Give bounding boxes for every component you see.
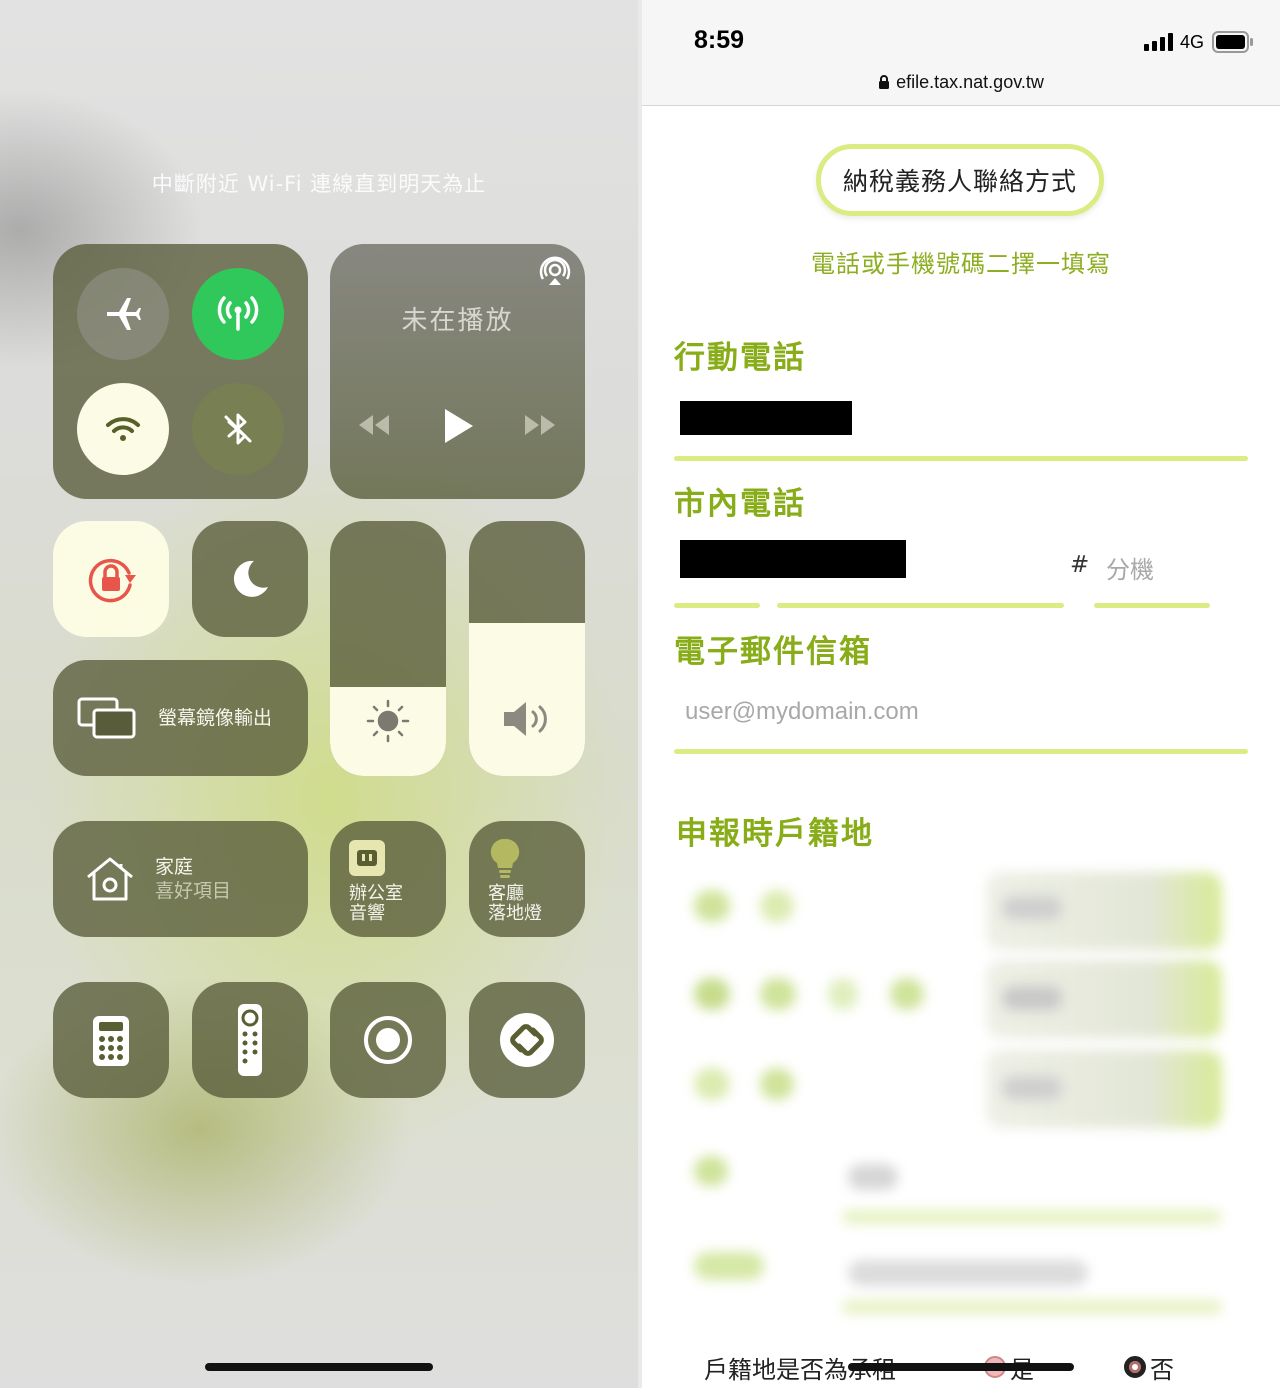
landline-label: 市內電話 <box>674 486 806 522</box>
control-center: 中斷附近 Wi-Fi 連線直到明天為止 未在播放 螢幕鏡像輸出 家庭 喜好項目 … <box>0 0 638 1388</box>
wifi-button[interactable] <box>77 383 169 475</box>
area-code-underline <box>674 603 760 608</box>
lightbulb-icon <box>490 838 520 878</box>
living-line1: 客廳 <box>488 883 524 904</box>
landline-input[interactable] <box>674 530 1064 604</box>
extension-placeholder: 分機 <box>1106 557 1154 584</box>
blurred-address-section <box>642 860 1280 1330</box>
brightness-slider[interactable] <box>330 521 446 776</box>
wifi-disconnect-notice: 中斷附近 Wi-Fi 連線直到明天為止 <box>151 172 487 196</box>
battery-icon <box>1212 31 1253 53</box>
rent-no-radio[interactable] <box>1124 1356 1146 1378</box>
office-line2: 音響 <box>349 903 385 924</box>
speaker-icon <box>504 702 547 736</box>
extension-input[interactable]: 分機 <box>1094 530 1210 604</box>
bluetooth-button[interactable] <box>192 383 284 475</box>
url-text: efile.tax.nat.gov.tw <box>896 72 1044 92</box>
safari-page: 8:59 4G efile.tax.nat.gov.tw 納稅義務人聯絡方式 電… <box>642 0 1280 1388</box>
airplay-icon[interactable] <box>539 256 571 288</box>
extension-hash: # <box>1070 552 1090 578</box>
now-playing-tile: 未在播放 <box>330 244 585 499</box>
airplane-mode-button[interactable] <box>77 268 169 360</box>
orientation-lock-button[interactable] <box>53 521 169 637</box>
apple-tv-remote-button[interactable] <box>192 982 308 1098</box>
mobile-underline <box>674 456 1248 461</box>
extension-underline <box>1094 603 1210 608</box>
sun-icon <box>366 699 410 743</box>
outlet-icon <box>349 840 385 876</box>
landline-underline <box>777 603 1064 608</box>
screen-record-icon <box>364 1016 412 1064</box>
shazam-icon <box>500 1013 554 1067</box>
shazam-button[interactable] <box>469 982 585 1098</box>
network-type: 4G <box>1180 32 1205 52</box>
home-title: 家庭 <box>155 856 194 878</box>
calculator-button[interactable] <box>53 982 169 1098</box>
redacted-mobile <box>680 401 852 435</box>
email-underline <box>674 749 1248 754</box>
email-label: 電子郵件信箱 <box>674 634 872 670</box>
email-placeholder: user@mydomain.com <box>685 698 919 725</box>
email-input[interactable]: user@mydomain.com <box>674 676 1248 750</box>
office-speaker-tile[interactable]: 辦公室 音響 <box>330 821 446 937</box>
rewind-icon[interactable] <box>356 412 392 438</box>
calculator-icon <box>93 1016 129 1066</box>
safari-home-indicator[interactable] <box>848 1363 1074 1371</box>
wifi-icon <box>106 417 140 441</box>
signal-icon <box>1144 33 1173 51</box>
lock-icon <box>879 75 890 89</box>
screen-recording-button[interactable] <box>330 982 446 1098</box>
home-indicator[interactable] <box>205 1363 433 1371</box>
bluetooth-icon <box>224 413 252 445</box>
play-icon[interactable] <box>440 406 476 446</box>
mobile-input[interactable] <box>674 384 1248 458</box>
remote-icon <box>238 1004 262 1076</box>
airplane-icon <box>107 298 141 330</box>
home-icon <box>87 857 133 901</box>
orientation-lock-icon <box>88 558 136 603</box>
contact-section-header: 納稅義務人聯絡方式 <box>816 144 1104 216</box>
screen-mirroring-icon <box>77 697 136 739</box>
home-favorites-tile[interactable]: 家庭 喜好項目 <box>53 821 308 937</box>
office-line1: 辦公室 <box>349 883 403 904</box>
moon-icon <box>233 560 268 597</box>
address-bar[interactable]: efile.tax.nat.gov.tw <box>642 72 1280 93</box>
cellular-icon <box>217 296 259 331</box>
living-room-lamp-tile[interactable]: 客廳 落地燈 <box>469 821 585 937</box>
redacted-landline <box>680 540 906 578</box>
screen-mirroring-button[interactable]: 螢幕鏡像輸出 <box>53 660 308 776</box>
status-bar: 8:59 4G efile.tax.nat.gov.tw <box>642 0 1280 106</box>
do-not-disturb-button[interactable] <box>192 521 308 637</box>
volume-slider[interactable] <box>469 521 585 776</box>
fast-forward-icon[interactable] <box>522 412 558 438</box>
mobile-label: 行動電話 <box>674 340 806 376</box>
home-subtitle: 喜好項目 <box>155 880 232 902</box>
now-playing-status: 未在播放 <box>401 306 514 336</box>
connectivity-tile <box>53 244 308 499</box>
cellular-data-button[interactable] <box>192 268 284 360</box>
living-line2: 落地燈 <box>488 903 542 924</box>
rent-no-label: 否 <box>1150 1356 1174 1384</box>
status-time: 8:59 <box>694 26 745 54</box>
screen-mirroring-label: 螢幕鏡像輸出 <box>158 707 273 729</box>
household-label: 申報時戶籍地 <box>676 816 874 852</box>
phone-note: 電話或手機號碼二擇一填寫 <box>811 250 1111 278</box>
